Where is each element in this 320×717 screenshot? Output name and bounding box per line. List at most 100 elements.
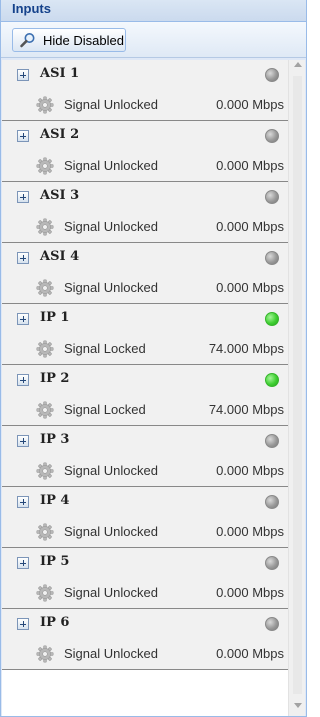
input-status-row: Signal Locked 74.000 Mbps: [2, 334, 290, 364]
status-indicator-icon: [265, 68, 279, 82]
status-indicator-icon: [265, 129, 279, 143]
input-header-row[interactable]: ASI 1: [2, 60, 290, 90]
input-name: ASI 4: [40, 249, 80, 264]
gear-icon[interactable]: [36, 96, 54, 114]
input-name: IP 3: [40, 432, 70, 447]
expand-icon[interactable]: [17, 252, 29, 264]
input-list: ASI 1 Signal Unlocked 0.000 Mbps ASI 2 S…: [2, 60, 290, 670]
input-status-row: Signal Locked 74.000 Mbps: [2, 395, 290, 425]
bitrate-value: 0.000 Mbps: [216, 524, 284, 539]
input-name: ASI 3: [40, 188, 80, 203]
gear-icon[interactable]: [36, 584, 54, 602]
input-name: ASI 2: [40, 127, 80, 142]
expand-icon[interactable]: [17, 618, 29, 630]
gear-icon[interactable]: [36, 157, 54, 175]
scrollbar-thumb[interactable]: [293, 76, 302, 694]
input-name: IP 2: [40, 371, 70, 386]
signal-status-text: Signal Locked: [64, 341, 146, 356]
input-item: IP 6 Signal Unlocked 0.000 Mbps: [2, 609, 290, 670]
input-name: IP 4: [40, 493, 70, 508]
hide-disabled-label: Hide Disabled: [43, 32, 124, 48]
input-list-area: ASI 1 Signal Unlocked 0.000 Mbps ASI 2 S…: [2, 60, 305, 716]
signal-status-text: Signal Locked: [64, 402, 146, 417]
signal-status-text: Signal Unlocked: [64, 97, 158, 112]
bitrate-value: 0.000 Mbps: [216, 97, 284, 112]
inputs-panel: Inputs Hide Disabled ASI 1 Signal Unlock…: [0, 0, 307, 717]
scroll-down-icon[interactable]: [294, 703, 302, 708]
signal-status-text: Signal Unlocked: [64, 158, 158, 173]
gear-icon[interactable]: [36, 401, 54, 419]
status-indicator-icon: [265, 251, 279, 265]
input-status-row: Signal Unlocked 0.000 Mbps: [2, 212, 290, 242]
input-item: IP 4 Signal Unlocked 0.000 Mbps: [2, 487, 290, 548]
input-item: IP 5 Signal Unlocked 0.000 Mbps: [2, 548, 290, 609]
input-status-row: Signal Unlocked 0.000 Mbps: [2, 90, 290, 120]
input-item: IP 3 Signal Unlocked 0.000 Mbps: [2, 426, 290, 487]
input-header-row[interactable]: ASI 3: [2, 182, 290, 212]
input-item: IP 1 Signal Locked 74.000 Mbps: [2, 304, 290, 365]
gear-icon[interactable]: [36, 645, 54, 663]
input-item: ASI 2 Signal Unlocked 0.000 Mbps: [2, 121, 290, 182]
status-indicator-icon: [265, 373, 279, 387]
input-name: ASI 1: [40, 66, 80, 81]
scroll-up-icon[interactable]: [294, 62, 302, 67]
bitrate-value: 74.000 Mbps: [208, 402, 284, 417]
input-status-row: Signal Unlocked 0.000 Mbps: [2, 517, 290, 547]
expand-icon[interactable]: [17, 69, 29, 81]
input-header-row[interactable]: IP 2: [2, 365, 290, 395]
input-item: IP 2 Signal Locked 74.000 Mbps: [2, 365, 290, 426]
vertical-scrollbar[interactable]: [288, 60, 305, 716]
bitrate-value: 0.000 Mbps: [216, 219, 284, 234]
input-header-row[interactable]: IP 1: [2, 304, 290, 334]
gear-icon[interactable]: [36, 218, 54, 236]
input-header-row[interactable]: IP 3: [2, 426, 290, 456]
input-name: IP 1: [40, 310, 70, 325]
signal-status-text: Signal Unlocked: [64, 524, 158, 539]
input-item: ASI 4 Signal Unlocked 0.000 Mbps: [2, 243, 290, 304]
gear-icon[interactable]: [36, 523, 54, 541]
signal-status-text: Signal Unlocked: [64, 280, 158, 295]
input-item: ASI 3 Signal Unlocked 0.000 Mbps: [2, 182, 290, 243]
input-header-row[interactable]: ASI 2: [2, 121, 290, 151]
status-indicator-icon: [265, 556, 279, 570]
signal-status-text: Signal Unlocked: [64, 646, 158, 661]
input-name: IP 6: [40, 615, 70, 630]
expand-icon[interactable]: [17, 130, 29, 142]
signal-status-text: Signal Unlocked: [64, 463, 158, 478]
input-header-row[interactable]: IP 6: [2, 609, 290, 639]
gear-icon[interactable]: [36, 462, 54, 480]
bitrate-value: 0.000 Mbps: [216, 463, 284, 478]
expand-icon[interactable]: [17, 191, 29, 203]
expand-icon[interactable]: [17, 313, 29, 325]
input-status-row: Signal Unlocked 0.000 Mbps: [2, 456, 290, 486]
input-item: ASI 1 Signal Unlocked 0.000 Mbps: [2, 60, 290, 121]
input-status-row: Signal Unlocked 0.000 Mbps: [2, 578, 290, 608]
gear-icon[interactable]: [36, 340, 54, 358]
status-indicator-icon: [265, 495, 279, 509]
expand-icon[interactable]: [17, 374, 29, 386]
hide-disabled-button[interactable]: Hide Disabled: [12, 28, 126, 52]
status-indicator-icon: [265, 190, 279, 204]
status-indicator-icon: [265, 617, 279, 631]
bitrate-value: 74.000 Mbps: [208, 341, 284, 356]
status-indicator-icon: [265, 434, 279, 448]
input-status-row: Signal Unlocked 0.000 Mbps: [2, 639, 290, 669]
expand-icon[interactable]: [17, 435, 29, 447]
signal-status-text: Signal Unlocked: [64, 585, 158, 600]
expand-icon[interactable]: [17, 496, 29, 508]
input-header-row[interactable]: IP 5: [2, 548, 290, 578]
input-name: IP 5: [40, 554, 70, 569]
bitrate-value: 0.000 Mbps: [216, 646, 284, 661]
bitrate-value: 0.000 Mbps: [216, 585, 284, 600]
input-status-row: Signal Unlocked 0.000 Mbps: [2, 151, 290, 181]
input-header-row[interactable]: IP 4: [2, 487, 290, 517]
bitrate-value: 0.000 Mbps: [216, 158, 284, 173]
gear-icon[interactable]: [36, 279, 54, 297]
toolbar: Hide Disabled: [1, 22, 306, 58]
expand-icon[interactable]: [17, 557, 29, 569]
input-status-row: Signal Unlocked 0.000 Mbps: [2, 273, 290, 303]
panel-title: Inputs: [1, 0, 306, 22]
bitrate-value: 0.000 Mbps: [216, 280, 284, 295]
input-header-row[interactable]: ASI 4: [2, 243, 290, 273]
status-indicator-icon: [265, 312, 279, 326]
